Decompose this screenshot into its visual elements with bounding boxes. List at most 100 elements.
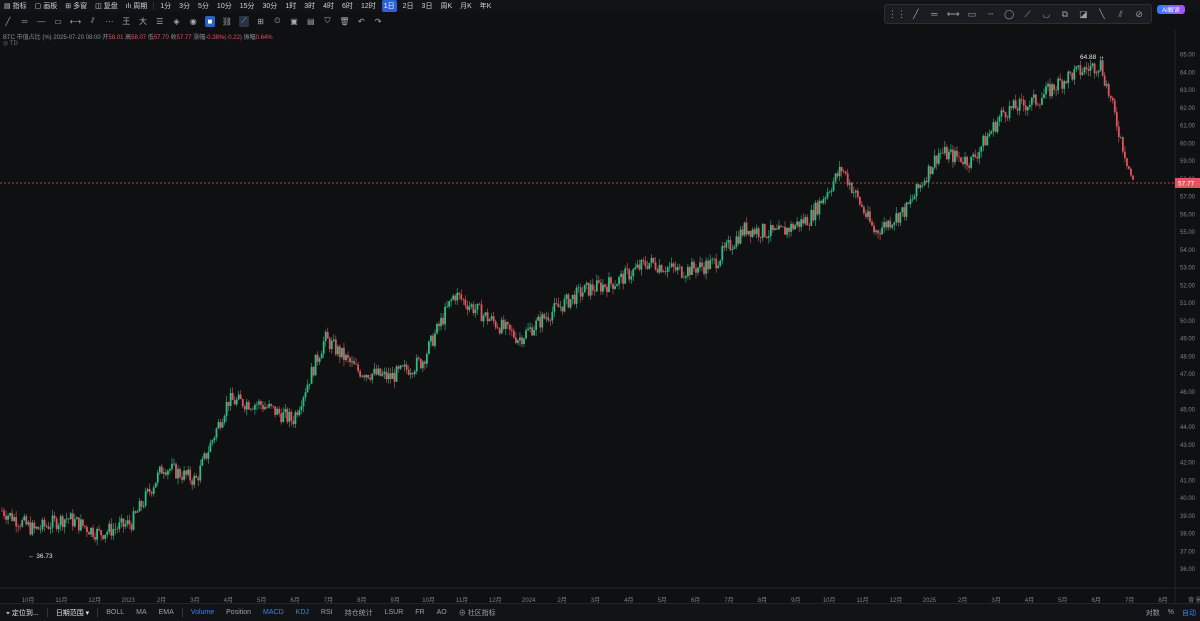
indicator-position[interactable]: Position <box>220 609 257 616</box>
redo-icon[interactable]: ↷ <box>373 16 383 27</box>
text-tool-icon[interactable]: 大 <box>138 16 148 27</box>
image-tool-icon[interactable]: ▣ <box>289 16 299 27</box>
undo-icon[interactable]: ↶ <box>357 16 367 27</box>
copy-icon[interactable]: ⧉ <box>1059 8 1071 20</box>
indicator-kdj[interactable]: KDJ <box>290 609 315 616</box>
candle-body <box>1124 151 1126 159</box>
indicator-rsi[interactable]: RSI <box>315 609 339 616</box>
dashed-line-icon[interactable]: ┄ <box>985 8 997 20</box>
interval-1w[interactable]: 周K <box>438 0 454 12</box>
magnet-tool-icon[interactable]: ◉ <box>188 16 198 27</box>
interval-1m[interactable]: 1分 <box>158 0 173 12</box>
ai-analysis-button[interactable]: AI解读 <box>1157 5 1185 14</box>
period-button[interactable]: ılı 周期 <box>124 0 149 12</box>
interval-2d[interactable]: 2日 <box>401 0 416 12</box>
candle-body <box>786 227 788 235</box>
candle-body <box>96 528 98 540</box>
date-range-button[interactable]: 日期范围 ▾ <box>50 608 95 618</box>
interval-1mo[interactable]: 月K <box>458 0 474 12</box>
dots-tool-icon[interactable]: ⋯ <box>105 16 115 27</box>
indicator-ema[interactable]: EMA <box>153 609 180 616</box>
interval-1d[interactable]: 1日 <box>381 0 397 12</box>
log-scale-toggle[interactable]: 对数 <box>1146 608 1160 618</box>
replay-button[interactable]: ◫ 复盘 <box>93 0 120 12</box>
candle-body <box>632 269 635 277</box>
indicator-ma[interactable]: MA <box>130 609 153 616</box>
measure-tool-icon[interactable]: ⟷ <box>70 16 81 27</box>
fib-tool-icon[interactable]: 王 <box>121 16 131 27</box>
indicator-lsur[interactable]: LSUR <box>379 609 410 616</box>
candle-body <box>276 408 279 415</box>
candle-body <box>294 412 297 425</box>
eraser-tool-icon[interactable]: ◈ <box>172 16 182 27</box>
indicator-volume[interactable]: Volume <box>185 609 220 616</box>
percent-scale-toggle[interactable]: % <box>1168 609 1174 616</box>
candle-body <box>581 292 584 297</box>
ray-tool-icon[interactable]: — <box>36 16 46 27</box>
interval-1h[interactable]: 1时 <box>283 0 298 12</box>
locate-button[interactable]: ⌖ 定位到... <box>0 608 45 618</box>
interval-3d[interactable]: 3日 <box>420 0 435 12</box>
indicator-ao[interactable]: AO <box>431 609 453 616</box>
layout-tool-icon[interactable]: ▤ <box>306 16 316 27</box>
candle-body <box>875 230 877 233</box>
parallel-icon[interactable]: ⫽ <box>1115 8 1127 20</box>
parallel-tool-icon[interactable]: ⫽ <box>88 16 98 27</box>
indicators-button[interactable]: ▤ 指标 <box>2 0 29 12</box>
candle-body <box>1053 84 1055 90</box>
interval-3h[interactable]: 3时 <box>302 0 317 12</box>
interval-10m[interactable]: 10分 <box>215 0 234 12</box>
trendline-icon[interactable]: ╱ <box>910 8 922 20</box>
line-tool-icon[interactable]: ╱ <box>3 16 13 27</box>
circle-icon[interactable]: ◯ <box>1003 8 1015 20</box>
candle-body <box>488 319 491 322</box>
path-tool-icon[interactable]: ⟋ <box>238 15 249 27</box>
auto-scale-toggle[interactable]: 自动 <box>1182 608 1196 618</box>
candle-body <box>595 280 598 292</box>
drag-handle-icon[interactable]: ⋮⋮ <box>888 8 906 20</box>
compare-tool-icon[interactable]: ⊞ <box>256 16 266 27</box>
interval-12h[interactable]: 12时 <box>359 0 378 12</box>
community-indicators-button[interactable]: ⊕ 社区指标 <box>453 608 502 618</box>
interval-1y[interactable]: 年K <box>478 0 494 12</box>
shape-icon[interactable]: ◪ <box>1078 8 1090 20</box>
interval-5m[interactable]: 5分 <box>196 0 211 12</box>
interval-30m[interactable]: 30分 <box>261 0 280 12</box>
measure-icon[interactable]: ⟷ <box>947 8 960 20</box>
rect-icon[interactable]: ▭ <box>966 8 978 20</box>
candle-body <box>1105 84 1108 86</box>
candle-body <box>974 154 977 158</box>
candle-body <box>173 463 175 465</box>
candle-body <box>1012 100 1015 108</box>
hline-tool-icon[interactable]: ═ <box>20 16 30 27</box>
ray-icon[interactable]: ⟋ <box>1022 8 1034 20</box>
indicator-macd[interactable]: MACD <box>257 609 290 616</box>
hline-icon[interactable]: ═ <box>929 8 941 20</box>
filter-tool-icon[interactable]: ⛉ <box>323 16 333 27</box>
rect-tool-icon[interactable]: ▭ <box>53 16 63 27</box>
price-chart[interactable]: 65.0064.0063.0062.0061.0060.0059.0058.00… <box>0 30 1200 603</box>
interval-15m[interactable]: 15分 <box>238 0 257 12</box>
indicator-position-stats[interactable]: 持仓统计 <box>339 608 379 618</box>
y-tick-label: 37.00 <box>1180 549 1196 555</box>
candle-body <box>622 273 625 284</box>
pattern-tool-icon[interactable]: ☰ <box>155 16 165 27</box>
pen-icon[interactable]: ╲ <box>1096 8 1108 20</box>
candle-body <box>547 317 550 321</box>
hide-icon[interactable]: ⊘ <box>1133 8 1145 20</box>
lock-tool-icon[interactable]: ■ <box>205 15 215 27</box>
interval-4h[interactable]: 4时 <box>321 0 336 12</box>
indicator-fr[interactable]: FR <box>409 609 430 616</box>
multi-window-button[interactable]: ⊞ 多窗 <box>63 0 89 12</box>
trash-icon[interactable]: 🗑 <box>339 16 349 27</box>
interval-3m[interactable]: 3分 <box>177 0 192 12</box>
candle-body <box>873 225 875 233</box>
link-tool-icon[interactable]: ⛓ <box>222 16 232 27</box>
candle-body <box>565 294 568 299</box>
interval-6h[interactable]: 6时 <box>340 0 355 12</box>
drawing-board-button[interactable]: ▢ 画板 <box>33 0 60 12</box>
indicator-boll[interactable]: BOLL <box>100 609 130 616</box>
alarm-tool-icon[interactable]: ⏲ <box>272 16 282 27</box>
arc-icon[interactable]: ◡ <box>1040 8 1052 20</box>
candle-body <box>533 329 536 336</box>
